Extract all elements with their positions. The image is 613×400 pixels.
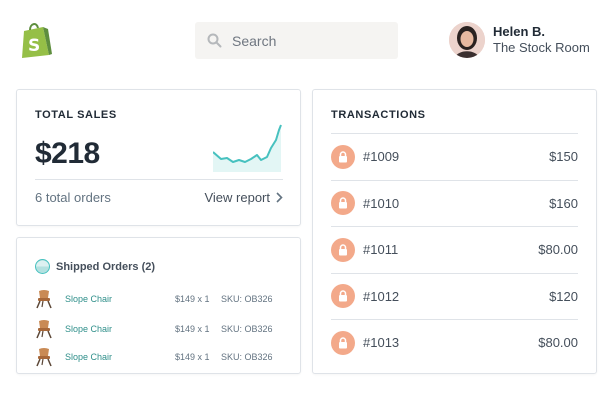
search-input[interactable] xyxy=(232,32,382,49)
chair-product-icon xyxy=(36,290,52,309)
transaction-row[interactable]: #1011 $80.00 xyxy=(331,226,578,273)
sales-divider xyxy=(35,179,283,180)
product-sku: SKU: OB326 xyxy=(221,352,273,362)
transaction-id: #1010 xyxy=(363,195,400,211)
transaction-row[interactable]: #1010 $160 xyxy=(331,179,578,227)
total-orders-text: 6 total orders xyxy=(35,190,111,205)
view-report-link[interactable]: View report xyxy=(204,190,283,205)
product-sku: SKU: OB326 xyxy=(221,324,273,334)
lock-icon xyxy=(331,284,355,309)
transaction-amount: $80.00 xyxy=(538,242,578,258)
lock-icon xyxy=(331,191,355,216)
avatar[interactable] xyxy=(449,22,485,58)
user-menu[interactable]: Helen B. The Stock Room xyxy=(449,22,590,58)
search-icon xyxy=(207,33,222,48)
chair-product-icon xyxy=(36,348,52,367)
transactions-card: TRANSACTIONS #1009 $150 #1010 $160 #1011… xyxy=(312,89,597,374)
shipped-orders-header[interactable]: Shipped Orders (2) xyxy=(35,259,155,274)
transactions-list: #1009 $150 #1010 $160 #1011 $80.00 #1012… xyxy=(331,133,578,366)
chevron-right-icon xyxy=(276,192,283,203)
shipped-orders-card: Shipped Orders (2) Slope Chair $149 x 1 … xyxy=(16,237,301,374)
transaction-amount: $80.00 xyxy=(538,335,578,351)
total-sales-amount: $218 xyxy=(35,137,100,170)
transaction-id: #1011 xyxy=(363,242,399,258)
transaction-amount: $150 xyxy=(549,149,578,165)
transactions-title: TRANSACTIONS xyxy=(331,109,426,121)
lock-icon xyxy=(331,144,355,169)
product-name-link[interactable]: Slope Chair xyxy=(65,324,175,334)
total-sales-card: TOTAL SALES $218 6 total orders View rep… xyxy=(16,89,301,226)
product-price: $149 x 1 xyxy=(175,324,210,334)
product-price: $149 x 1 xyxy=(175,352,210,362)
shopify-logo-icon[interactable]: S xyxy=(19,21,53,59)
search-box[interactable] xyxy=(195,22,398,59)
transaction-row[interactable]: #1012 $120 xyxy=(331,272,578,320)
view-report-label: View report xyxy=(204,190,270,205)
transaction-id: #1013 xyxy=(363,335,400,351)
shipped-item-row[interactable]: Slope Chair $149 x 1 SKU: OB326 xyxy=(35,346,285,368)
transaction-amount: $160 xyxy=(549,195,578,211)
lock-icon xyxy=(331,330,355,355)
sales-sparkline xyxy=(213,124,282,172)
fulfilled-status-icon xyxy=(35,259,50,274)
product-name-link[interactable]: Slope Chair xyxy=(65,352,175,362)
product-sku: SKU: OB326 xyxy=(221,294,273,304)
svg-text:S: S xyxy=(28,36,40,56)
product-name-link[interactable]: Slope Chair xyxy=(65,294,175,304)
product-price: $149 x 1 xyxy=(175,294,210,304)
lock-icon xyxy=(331,237,355,262)
shipped-item-row[interactable]: Slope Chair $149 x 1 SKU: OB326 xyxy=(35,288,285,310)
total-sales-title: TOTAL SALES xyxy=(35,109,117,121)
transaction-id: #1012 xyxy=(363,288,400,304)
user-name: Helen B. xyxy=(493,24,546,39)
transaction-id: #1009 xyxy=(363,149,400,165)
chair-product-icon xyxy=(36,320,52,339)
store-name: The Stock Room xyxy=(493,40,590,55)
shipped-orders-title: Shipped Orders (2) xyxy=(56,260,156,273)
transaction-row[interactable]: #1013 $80.00 xyxy=(331,319,578,366)
transaction-row[interactable]: #1009 $150 xyxy=(331,133,578,180)
shipped-item-row[interactable]: Slope Chair $149 x 1 SKU: OB326 xyxy=(35,318,285,340)
transaction-amount: $120 xyxy=(549,288,578,304)
